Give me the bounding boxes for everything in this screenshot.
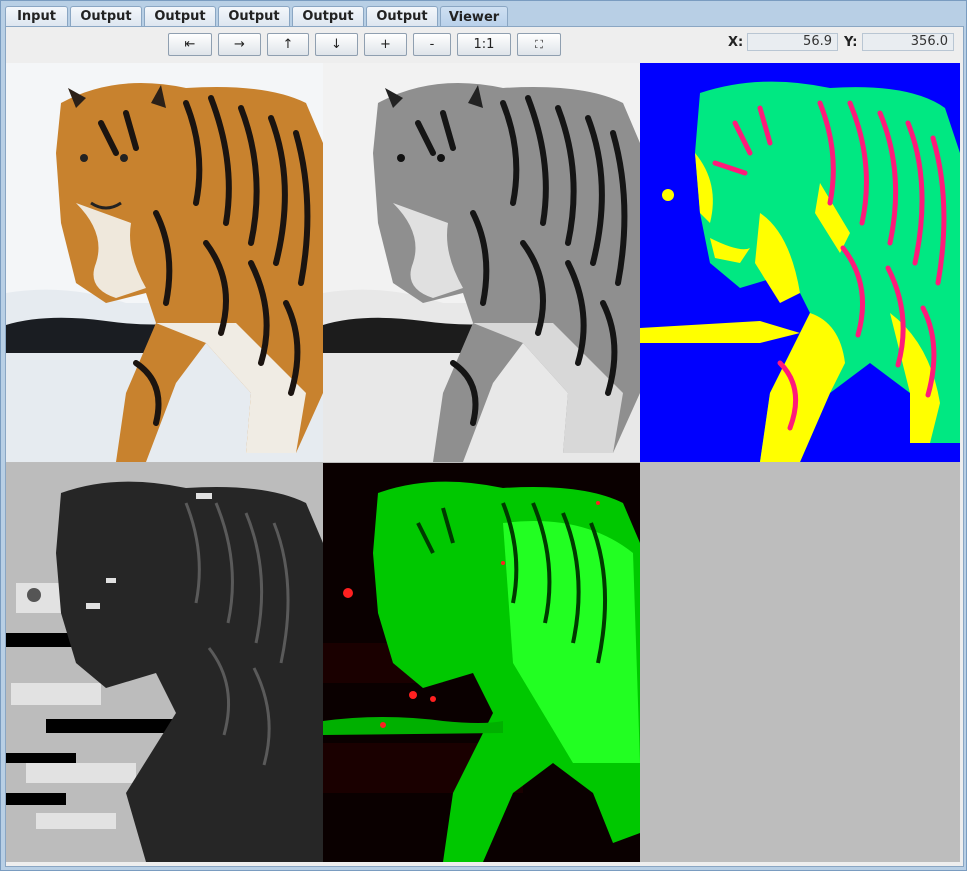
segmentation-image-tile[interactable] — [640, 63, 960, 462]
gradient-image-tile[interactable] — [6, 463, 323, 862]
tab-input[interactable]: Input — [5, 6, 68, 26]
pan-left-button[interactable]: ⇤ — [168, 33, 212, 56]
tab-output-4[interactable]: Output — [292, 6, 364, 26]
y-coord-field: 356.0 — [862, 33, 954, 51]
pan-down-button[interactable]: ↓ — [315, 33, 358, 56]
tiger-photo-icon — [6, 63, 323, 462]
x-coord-field: 56.9 — [747, 33, 838, 51]
fit-screen-button[interactable]: ⛶ — [517, 33, 561, 56]
pan-up-button[interactable]: ↑ — [267, 33, 309, 56]
flow-image-tile[interactable] — [323, 463, 640, 862]
tab-viewer[interactable]: Viewer — [440, 6, 508, 27]
zoom-in-button[interactable]: + — [364, 33, 407, 56]
tab-output-2[interactable]: Output — [144, 6, 216, 26]
tiger-flow-icon — [323, 463, 640, 862]
grayscale-image-tile[interactable] — [323, 63, 640, 462]
zoom-out-button[interactable]: - — [413, 33, 451, 56]
tab-output-5[interactable]: Output — [366, 6, 438, 26]
tiger-segmentation-icon — [640, 63, 960, 462]
tab-bar: Input Output Output Output Output Output… — [5, 6, 510, 27]
actual-size-button[interactable]: 1:1 — [457, 33, 511, 56]
tab-output-1[interactable]: Output — [70, 6, 142, 26]
pan-right-button[interactable]: → — [218, 33, 261, 56]
x-coord-label: X: — [728, 35, 744, 50]
tiger-gradient-icon — [6, 463, 323, 862]
image-viewer-canvas[interactable] — [6, 63, 960, 862]
original-image-tile[interactable] — [6, 63, 323, 462]
y-coord-label: Y: — [844, 35, 858, 50]
tab-output-3[interactable]: Output — [218, 6, 290, 26]
tiger-gray-icon — [323, 63, 640, 462]
